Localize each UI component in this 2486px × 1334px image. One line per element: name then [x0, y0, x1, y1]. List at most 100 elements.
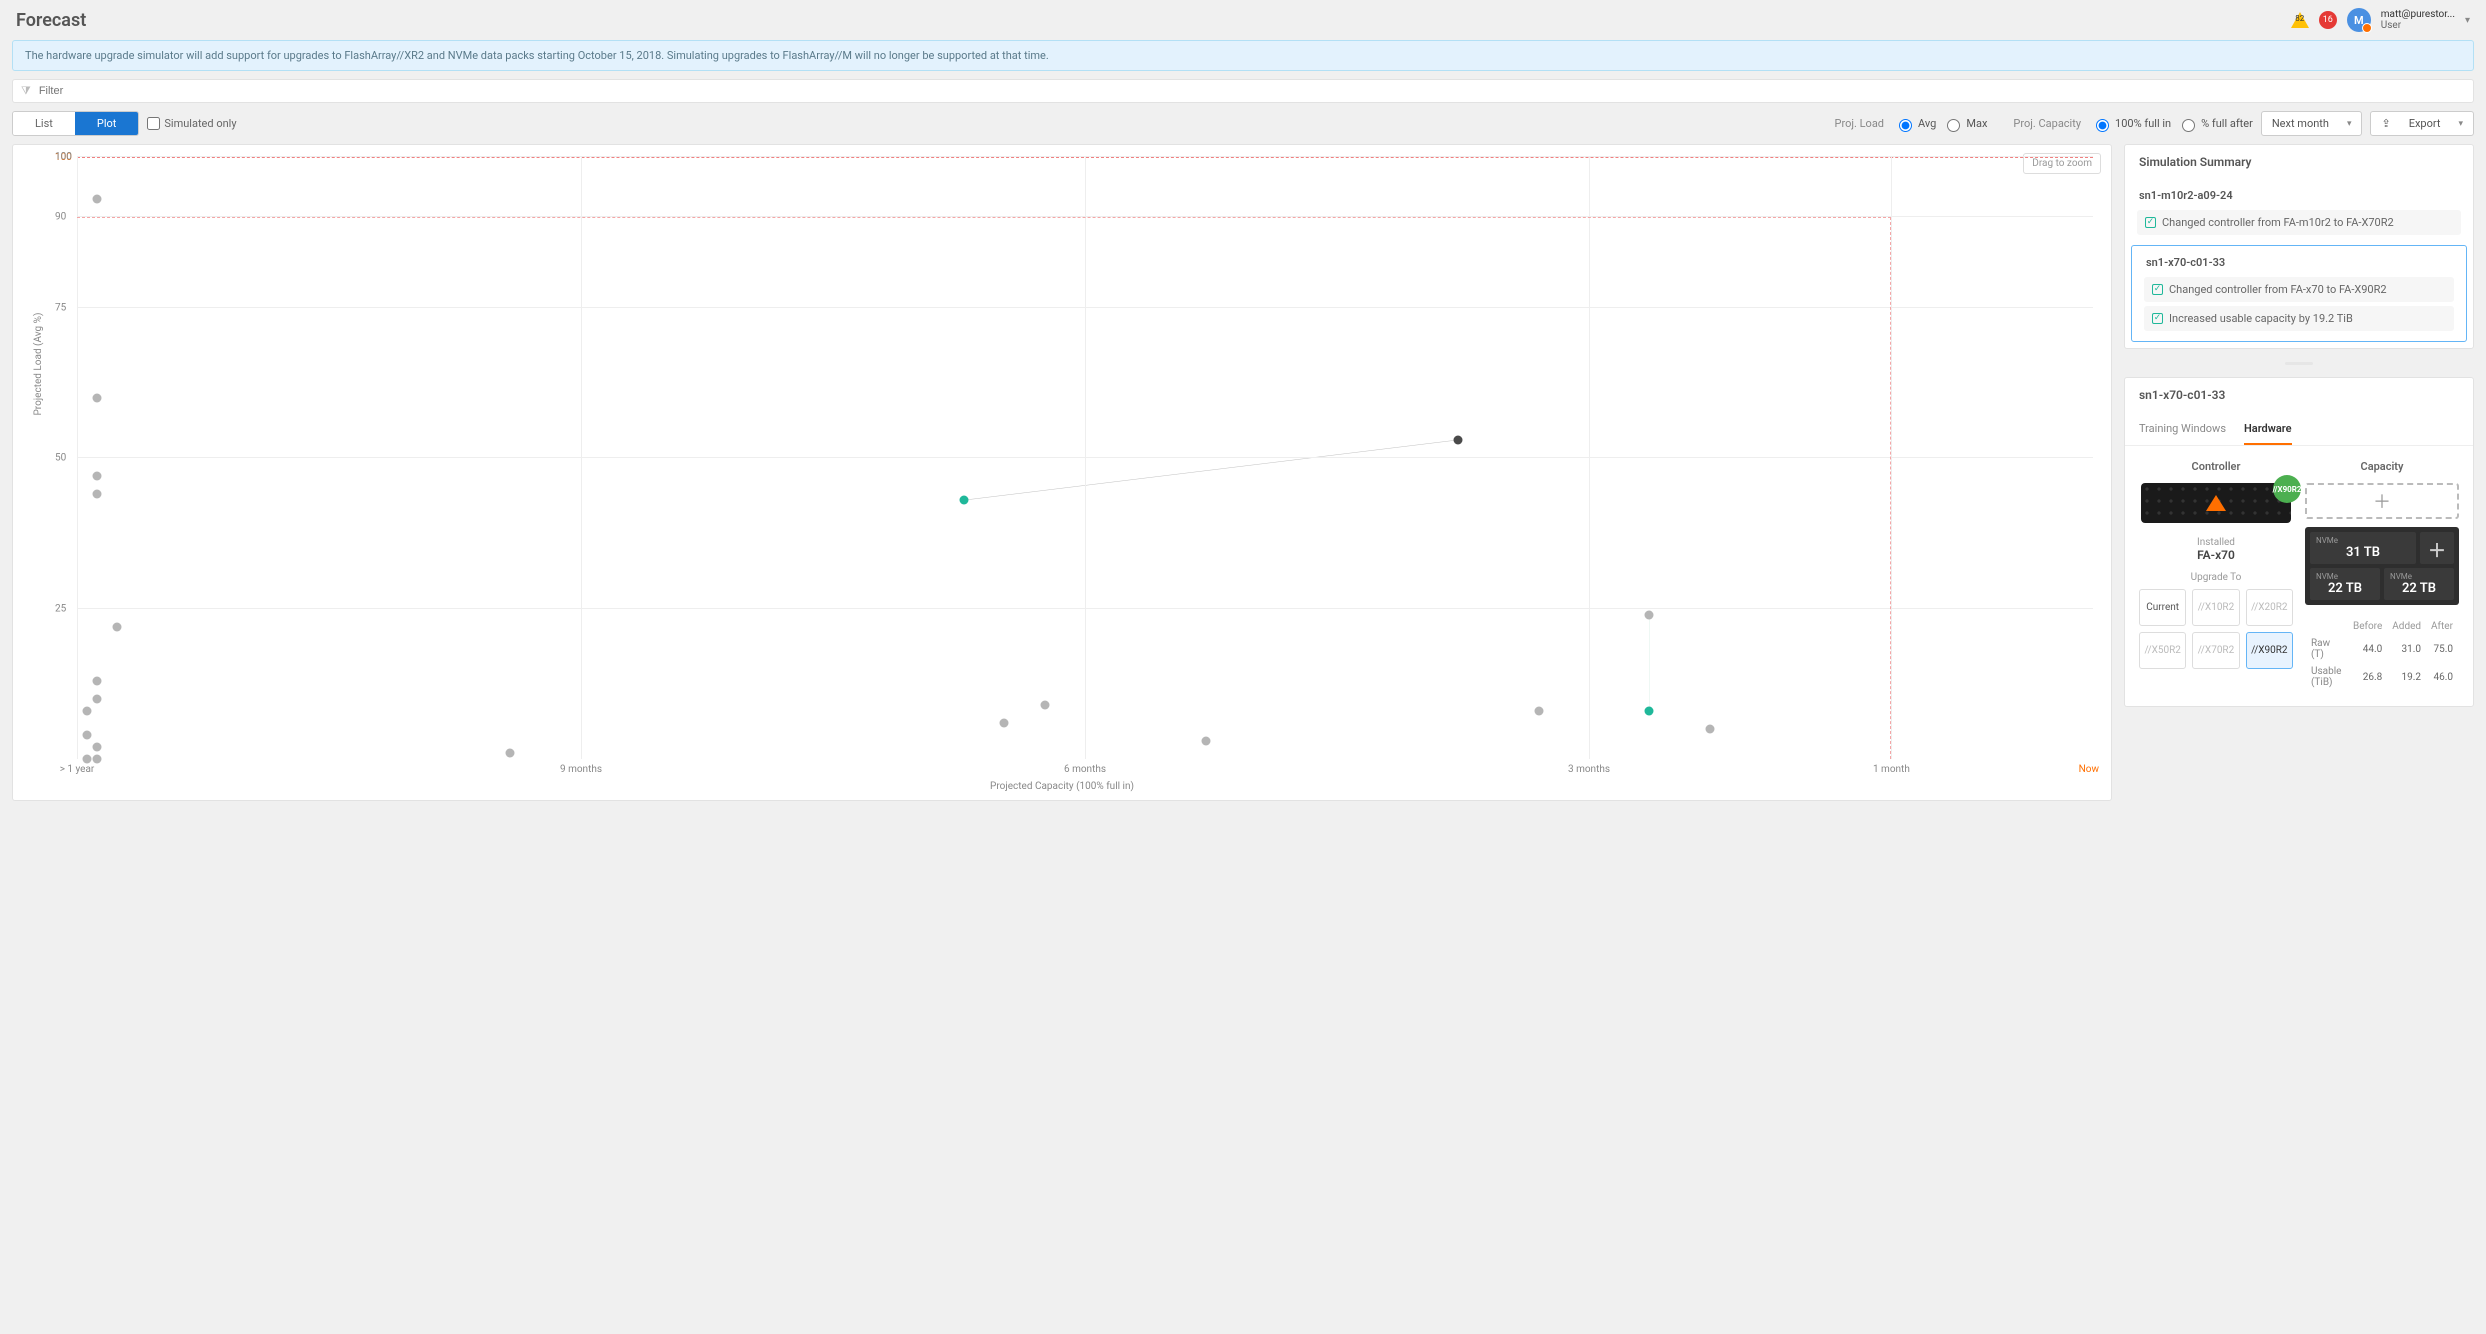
- tab-hardware[interactable]: Hardware: [2244, 412, 2292, 445]
- array-detail-title: sn1-x70-c01-33: [2125, 378, 2473, 412]
- y-axis-label: Projected Load (Avg %): [33, 313, 44, 416]
- scatter-point[interactable]: [1040, 700, 1049, 709]
- scatter-point[interactable]: [93, 694, 102, 703]
- proj-cap-fullin-radio[interactable]: 100% full in: [2091, 116, 2171, 132]
- capacity-card[interactable]: NVMe 22 TB: [2310, 568, 2380, 600]
- simulation-array-name: sn1-m10r2-a09-24: [2137, 185, 2461, 206]
- tab-training-windows[interactable]: Training Windows: [2139, 412, 2226, 445]
- avatar[interactable]: M: [2347, 8, 2371, 32]
- proj-load-max-radio[interactable]: Max: [1942, 116, 1987, 132]
- controller-title: Controller: [2192, 460, 2241, 473]
- scatter-point[interactable]: [93, 472, 102, 481]
- plus-icon: ＋: [2426, 545, 2448, 559]
- info-banner: The hardware upgrade simulator will add …: [12, 40, 2474, 71]
- export-icon: ⇪: [2381, 117, 2390, 130]
- chevron-down-icon[interactable]: ▾: [2465, 15, 2470, 26]
- installed-controller: FA-x70: [2197, 548, 2235, 562]
- time-range-dropdown[interactable]: Next month▾: [2261, 111, 2363, 136]
- alerts-warning-badge[interactable]: 82: [2291, 12, 2309, 28]
- alerts-error-badge[interactable]: 16: [2319, 11, 2337, 29]
- upgrade-option[interactable]: Current: [2139, 589, 2186, 626]
- capacity-card[interactable]: NVMe 22 TB: [2384, 568, 2454, 600]
- filter-icon: ⧩: [21, 84, 31, 98]
- user-menu[interactable]: matt@purestor... User: [2381, 9, 2455, 31]
- chevron-down-icon: ▾: [2347, 119, 2352, 129]
- scatter-point[interactable]: [113, 622, 122, 631]
- capacity-column: Capacity ＋ NVMe 31 TB ＋ NVMe: [2305, 460, 2459, 692]
- y-tick: 75: [55, 302, 66, 313]
- proj-load-avg-radio[interactable]: Avg: [1894, 116, 1936, 132]
- export-dropdown[interactable]: ⇪Export▾: [2370, 111, 2474, 136]
- chevron-down-icon: ▾: [2458, 119, 2463, 129]
- y-tick: 100: [55, 152, 72, 163]
- simulation-array-name: sn1-x70-c01-33: [2144, 252, 2454, 273]
- now-label: Now: [2079, 764, 2099, 775]
- scatter-point[interactable]: [1201, 736, 1210, 745]
- simulation-summary-title: Simulation Summary: [2125, 145, 2473, 179]
- add-nvme-button[interactable]: ＋: [2420, 532, 2454, 564]
- scatter-point[interactable]: [1000, 718, 1009, 727]
- proj-load-label: Proj. Load: [1835, 117, 1884, 130]
- scatter-point[interactable]: [1534, 706, 1543, 715]
- upgrade-option[interactable]: //X50R2: [2139, 632, 2186, 669]
- view-segment: List Plot: [12, 111, 139, 136]
- installed-label: Installed: [2197, 537, 2235, 548]
- proj-cap-fullafter-radio[interactable]: % full after: [2177, 116, 2253, 132]
- scatter-point[interactable]: [506, 748, 515, 757]
- scatter-point[interactable]: [960, 496, 969, 505]
- error-icon: 16: [2319, 11, 2337, 29]
- scatter-point[interactable]: [93, 742, 102, 751]
- scatter-point[interactable]: [93, 195, 102, 204]
- scatter-point[interactable]: [1645, 706, 1654, 715]
- view-list-button[interactable]: List: [13, 112, 75, 135]
- scatter-point[interactable]: [93, 755, 102, 764]
- view-plot-button[interactable]: Plot: [75, 112, 139, 135]
- table-row: Usable (TiB)26.819.246.0: [2307, 664, 2457, 690]
- y-tick: 90: [55, 212, 66, 223]
- upgrade-option[interactable]: //X10R2: [2192, 589, 2239, 626]
- capacity-stack: NVMe 31 TB ＋ NVMe 22 TB NVMe: [2305, 527, 2459, 605]
- proj-capacity-label: Proj. Capacity: [2013, 117, 2081, 130]
- capacity-card[interactable]: NVMe 31 TB: [2310, 532, 2416, 564]
- upgrade-to-label: Upgrade To: [2191, 572, 2242, 583]
- capacity-table: BeforeAddedAfter Raw (T)44.031.075.0Usab…: [2305, 617, 2459, 692]
- scatter-point[interactable]: [83, 755, 92, 764]
- simulation-change: ✓Changed controller from FA-x70 to FA-X9…: [2144, 277, 2454, 302]
- pure-logo-icon: [2206, 495, 2226, 511]
- change-icon: ✓: [2152, 313, 2163, 324]
- scatter-point[interactable]: [1645, 610, 1654, 619]
- scatter-point[interactable]: [83, 706, 92, 715]
- array-detail-panel: sn1-x70-c01-33 Training Windows Hardware…: [2124, 377, 2474, 707]
- page-title: Forecast: [16, 10, 86, 31]
- scatter-point[interactable]: [93, 676, 102, 685]
- scatter-point[interactable]: [93, 490, 102, 499]
- capacity-title: Capacity: [2361, 460, 2404, 473]
- x-tick: 3 months: [1568, 764, 1610, 775]
- upgrade-option[interactable]: //X70R2: [2192, 632, 2239, 669]
- simulation-array-block[interactable]: sn1-m10r2-a09-24 ✓Changed controller from…: [2125, 179, 2473, 245]
- simulation-summary-panel: Simulation Summary sn1-m10r2-a09-24 ✓Chan…: [2124, 144, 2474, 349]
- upgrade-option[interactable]: //X90R2: [2246, 632, 2293, 669]
- controller-column: Controller //X90R2 Installed FA-x70 Upgr…: [2139, 460, 2293, 692]
- simulation-change: ✓Changed controller from FA-m10r2 to FA-…: [2137, 210, 2461, 235]
- x-tick: 1 month: [1873, 764, 1910, 775]
- simulation-array-block[interactable]: sn1-x70-c01-33 ✓Changed controller from F…: [2131, 245, 2467, 342]
- resize-handle[interactable]: [2124, 359, 2474, 367]
- filter-input[interactable]: [37, 84, 2465, 98]
- y-tick: 25: [55, 603, 66, 614]
- scatter-point[interactable]: [83, 730, 92, 739]
- scatter-plot[interactable]: 100 25507590100> 1 year9 months6 months3…: [77, 157, 2093, 759]
- filter-bar[interactable]: ⧩: [12, 79, 2474, 103]
- user-role: User: [2381, 20, 2455, 31]
- scatter-point[interactable]: [1705, 724, 1714, 733]
- simulated-only-checkbox[interactable]: Simulated only: [147, 117, 236, 130]
- warning-icon: 82: [2291, 12, 2309, 28]
- scatter-point[interactable]: [93, 393, 102, 402]
- forecast-chart-card: Drag to zoom Projected Load (Avg %) 100 …: [12, 144, 2112, 801]
- user-email: matt@purestor...: [2381, 9, 2455, 20]
- controller-upgrade-pill: //X90R2: [2273, 475, 2301, 503]
- scatter-point[interactable]: [1453, 435, 1462, 444]
- upgrade-option[interactable]: //X20R2: [2246, 589, 2293, 626]
- add-capacity-button[interactable]: ＋: [2305, 483, 2459, 519]
- table-row: Raw (T)44.031.075.0: [2307, 636, 2457, 662]
